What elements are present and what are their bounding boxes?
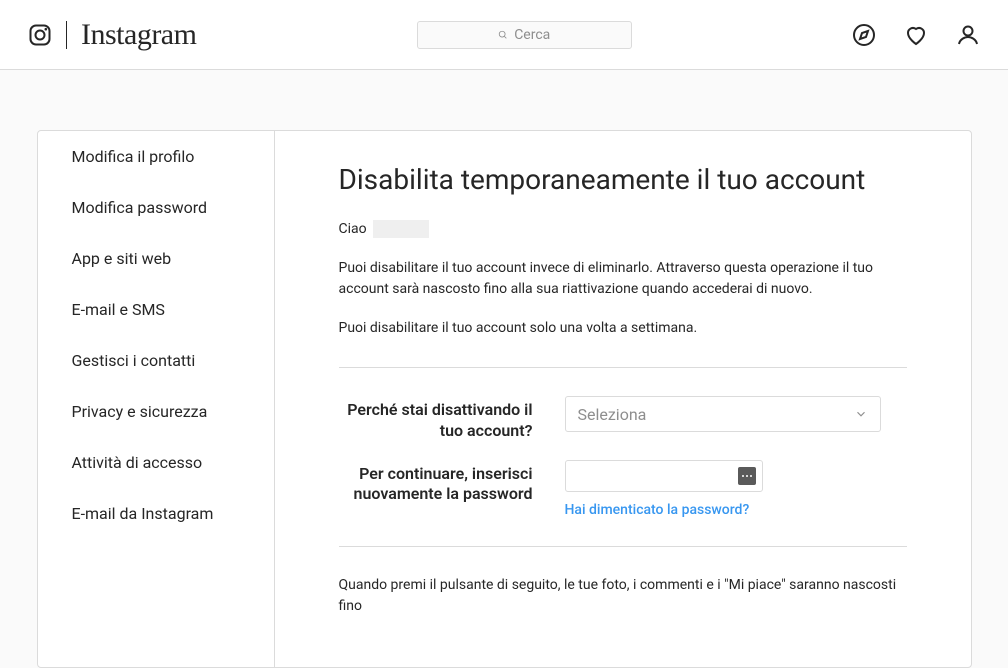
info-paragraph-3: Quando premi il pulsante di seguito, le …	[339, 575, 907, 617]
info-paragraph-1: Puoi disabilitare il tuo account invece …	[339, 258, 907, 300]
info-paragraph-2: Puoi disabilitare il tuo account solo un…	[339, 318, 907, 339]
forgot-password-link[interactable]: Hai dimenticato la password?	[565, 502, 763, 518]
username-redacted	[373, 220, 429, 238]
sidebar-item-privacy-security[interactable]: Privacy e sicurezza	[38, 386, 274, 437]
main-content: Disabilita temporaneamente il tuo accoun…	[275, 131, 971, 667]
password-label: Per continuare, inserisci nuovamente la …	[339, 460, 533, 506]
sidebar-item-edit-profile[interactable]: Modifica il profilo	[38, 131, 274, 182]
greeting-prefix: Ciao	[339, 221, 367, 237]
sidebar-item-change-password[interactable]: Modifica password	[38, 182, 274, 233]
sidebar-item-apps-websites[interactable]: App e siti web	[38, 233, 274, 284]
separator	[339, 546, 907, 547]
reason-row: Perché stai disattivando il tuo account?…	[339, 396, 907, 442]
heart-icon[interactable]	[904, 23, 928, 47]
search-placeholder: Cerca	[514, 27, 550, 43]
top-navbar: Instagram Cerca	[0, 0, 1008, 70]
navbar-left: Instagram	[28, 18, 196, 52]
navbar-right	[852, 23, 980, 47]
settings-container: Modifica il profilo Modifica password Ap…	[37, 130, 972, 668]
chevron-down-icon	[854, 407, 868, 421]
settings-sidebar: Modifica il profilo Modifica password Ap…	[38, 131, 275, 667]
explore-icon[interactable]	[852, 23, 876, 47]
sidebar-item-login-activity[interactable]: Attività di accesso	[38, 437, 274, 488]
search-icon	[498, 30, 508, 40]
reason-select-placeholder: Seleziona	[578, 405, 647, 424]
separator	[339, 367, 907, 368]
divider	[66, 21, 67, 49]
reason-label: Perché stai disattivando il tuo account?	[339, 396, 533, 442]
reason-select[interactable]: Seleziona	[565, 396, 881, 432]
instagram-glyph-icon[interactable]	[28, 23, 52, 47]
profile-icon[interactable]	[956, 23, 980, 47]
greeting-line: Ciao	[339, 220, 907, 238]
search-input[interactable]: Cerca	[417, 21, 632, 49]
instagram-wordmark[interactable]: Instagram	[81, 18, 196, 52]
sidebar-item-manage-contacts[interactable]: Gestisci i contatti	[38, 335, 274, 386]
sidebar-item-emails-from-instagram[interactable]: E-mail da Instagram	[38, 488, 274, 539]
page-title: Disabilita temporaneamente il tuo accoun…	[339, 163, 907, 196]
sidebar-item-email-sms[interactable]: E-mail e SMS	[38, 284, 274, 335]
password-input[interactable]	[565, 460, 763, 492]
password-row: Per continuare, inserisci nuovamente la …	[339, 460, 907, 518]
password-manager-icon[interactable]	[738, 467, 756, 485]
